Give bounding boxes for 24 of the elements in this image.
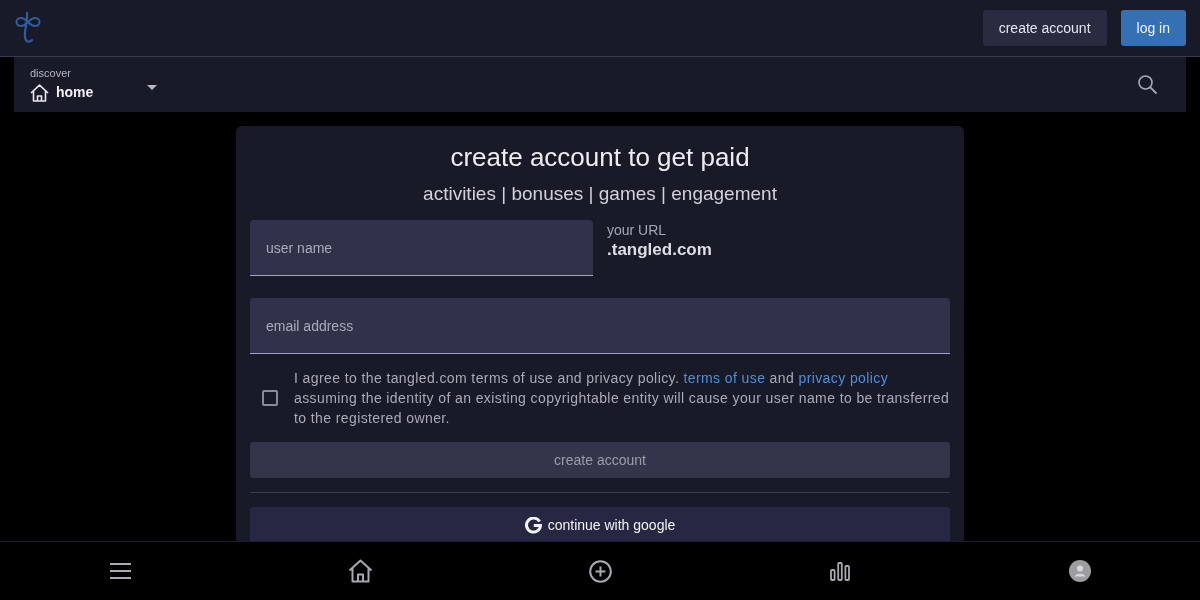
agreement-text: I agree to the tangled.com terms of use and privacy policy. terms of use and privacy policy assuming the identity of an existing copyrightable entity will cause your user name to be transferred to the registered owner. (294, 369, 950, 428)
caret-icon (147, 85, 158, 90)
discover-dropdown[interactable]: discover home (30, 67, 158, 102)
add-icon[interactable] (588, 559, 612, 583)
avatar-icon[interactable] (1069, 560, 1091, 582)
form-subtitle: activities | bonuses | games | engagement (422, 182, 778, 206)
google-icon (524, 516, 542, 534)
url-domain: .tangled.com (607, 239, 712, 261)
bar-chart-icon[interactable] (830, 561, 850, 581)
google-button[interactable]: continue with google (250, 507, 950, 541)
login-button[interactable]: log in (1120, 10, 1186, 46)
username-field[interactable]: user name (250, 220, 593, 276)
search-icon[interactable] (1138, 75, 1157, 94)
agree-checkbox[interactable] (262, 390, 278, 406)
create-account-button[interactable]: create account (982, 10, 1107, 46)
home-icon[interactable] (347, 559, 373, 583)
email-field[interactable]: email address (250, 298, 950, 354)
menu-icon[interactable] (109, 563, 131, 579)
logo-icon[interactable] (14, 12, 42, 44)
home-icon (30, 83, 49, 102)
url-label: your URL (607, 222, 668, 238)
form-title: create account to get paid (449, 141, 751, 174)
policy-link[interactable]: privacy policy (798, 370, 889, 386)
policy-link[interactable]: terms of use (683, 370, 766, 386)
